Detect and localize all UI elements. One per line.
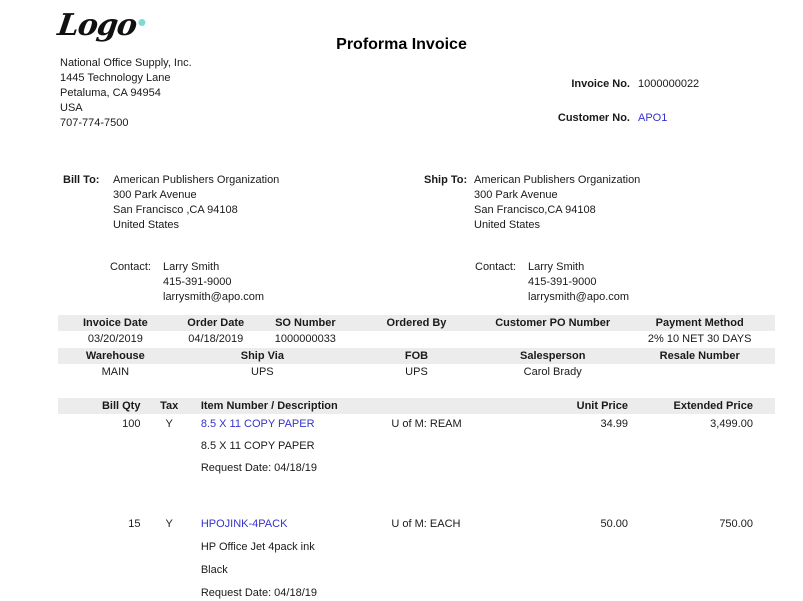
- order-details-values-row-2: MAIN UPS UPS Carol Brady: [58, 364, 775, 381]
- bill-contact-phone: 415-391-9000: [163, 275, 264, 290]
- invoice-number-label: Invoice No.: [400, 78, 630, 90]
- logo-dot-icon: [139, 19, 146, 26]
- ship-to-block: Ship To: American Publishers Organizatio…: [424, 173, 640, 233]
- item-tax-flag: Y: [140, 417, 197, 432]
- ship-contact-phone: 415-391-9000: [528, 275, 629, 290]
- ship-to-line: United States: [474, 218, 640, 233]
- bill-to-line: United States: [113, 218, 279, 233]
- ship-via-value: UPS: [173, 364, 352, 381]
- order-details-values-row-1: 03/20/2019 04/18/2019 1000000033 2% 10 N…: [58, 331, 775, 348]
- salesperson-value: Carol Brady: [481, 364, 624, 381]
- column-header-order-date: Order Date: [173, 315, 259, 331]
- company-city: Petaluma, CA 94954: [60, 86, 192, 101]
- item-number-link[interactable]: HPOJINK-4PACK: [198, 517, 392, 532]
- column-header-resale-number: Resale Number: [624, 348, 775, 364]
- item-description: Black: [198, 563, 775, 578]
- column-header-warehouse: Warehouse: [58, 348, 173, 364]
- bill-to-label: Bill To:: [63, 173, 113, 233]
- customer-number-row: Customer No. APO1: [400, 112, 760, 124]
- order-details-header-row-1: Invoice Date Order Date SO Number Ordere…: [58, 315, 775, 331]
- item-extended-price: 3,499.00: [628, 417, 775, 432]
- bill-contact-block: Contact: Larry Smith 415-391-9000 larrys…: [110, 260, 264, 305]
- company-name: National Office Supply, Inc.: [60, 56, 192, 71]
- column-header-salesperson: Salesperson: [481, 348, 624, 364]
- item-extended-price: 750.00: [628, 517, 775, 532]
- column-header-tax: Tax: [140, 398, 197, 414]
- bill-to-block: Bill To: American Publishers Organizatio…: [63, 173, 279, 233]
- column-header-invoice-date: Invoice Date: [58, 315, 173, 331]
- payment-method-value: 2% 10 NET 30 DAYS: [624, 331, 775, 348]
- item-unit-price: 50.00: [520, 517, 628, 532]
- resale-number-value: [624, 364, 775, 381]
- bill-contact-label: Contact:: [110, 260, 156, 305]
- order-date-value: 04/18/2019: [173, 331, 259, 348]
- customer-po-value: [481, 331, 624, 348]
- ship-contact-label: Contact:: [475, 260, 521, 305]
- item-unit-price: 34.99: [520, 417, 628, 432]
- order-details-header-row-2: Warehouse Ship Via FOB Salesperson Resal…: [58, 348, 775, 364]
- column-header-uom-spacer: [391, 398, 520, 414]
- company-country: USA: [60, 101, 192, 116]
- invoice-date-value: 03/20/2019: [58, 331, 173, 348]
- item-uom: U of M: REAM: [391, 417, 520, 432]
- item-request-date: Request Date: 04/18/19: [198, 461, 775, 476]
- company-address-block: National Office Supply, Inc. 1445 Techno…: [60, 56, 192, 131]
- invoice-number-row: Invoice No. 1000000022: [400, 78, 760, 90]
- page-title: Proforma Invoice: [0, 36, 803, 54]
- item-tax-flag: Y: [140, 517, 197, 532]
- column-header-so-number: SO Number: [259, 315, 352, 331]
- column-header-fob: FOB: [352, 348, 481, 364]
- item-number-link[interactable]: 8.5 X 11 COPY PAPER: [198, 417, 392, 432]
- column-header-extended-price: Extended Price: [628, 398, 775, 414]
- customer-number-label: Customer No.: [400, 112, 630, 124]
- item-request-date: Request Date: 04/18/19: [198, 586, 775, 601]
- ordered-by-value: [352, 331, 481, 348]
- column-header-payment-method: Payment Method: [624, 315, 775, 331]
- so-number-value: 1000000033: [259, 331, 352, 348]
- item-uom: U of M: EACH: [391, 517, 520, 532]
- line-items-header-row: Bill Qty Tax Item Number / Description U…: [58, 398, 775, 414]
- column-header-unit-price: Unit Price: [520, 398, 628, 414]
- warehouse-value: MAIN: [58, 364, 173, 381]
- bill-contact-name: Larry Smith: [163, 260, 264, 275]
- ship-to-label: Ship To:: [424, 173, 474, 233]
- bill-contact-info: Larry Smith 415-391-9000 larrysmith@apo.…: [163, 260, 264, 305]
- line-items-table: Bill Qty Tax Item Number / Description U…: [58, 398, 775, 601]
- column-header-customer-po: Customer PO Number: [481, 315, 624, 331]
- ship-to-line: 300 Park Avenue: [474, 188, 640, 203]
- ship-contact-block: Contact: Larry Smith 415-391-9000 larrys…: [475, 260, 629, 305]
- line-item-row: 100 Y 8.5 X 11 COPY PAPER U of M: REAM 3…: [58, 417, 775, 476]
- bill-to-address: American Publishers Organization 300 Par…: [113, 173, 279, 233]
- ship-contact-name: Larry Smith: [528, 260, 629, 275]
- ship-contact-info: Larry Smith 415-391-9000 larrysmith@apo.…: [528, 260, 629, 305]
- column-header-ship-via: Ship Via: [173, 348, 352, 364]
- company-street: 1445 Technology Lane: [60, 71, 192, 86]
- ship-to-line: San Francisco,CA 94108: [474, 203, 640, 218]
- order-details-table: Invoice Date Order Date SO Number Ordere…: [58, 315, 775, 381]
- item-bill-qty: 15: [58, 517, 140, 532]
- company-phone: 707-774-7500: [60, 116, 192, 131]
- column-header-ordered-by: Ordered By: [352, 315, 481, 331]
- ship-contact-email: larrysmith@apo.com: [528, 290, 629, 305]
- item-description: 8.5 X 11 COPY PAPER: [198, 439, 775, 454]
- bill-contact-email: larrysmith@apo.com: [163, 290, 264, 305]
- bill-to-line: 300 Park Avenue: [113, 188, 279, 203]
- ship-to-address: American Publishers Organization 300 Par…: [474, 173, 640, 233]
- column-header-item-description: Item Number / Description: [198, 398, 392, 414]
- customer-number-link[interactable]: APO1: [638, 112, 667, 124]
- ship-to-line: American Publishers Organization: [474, 173, 640, 188]
- bill-to-line: San Francisco ,CA 94108: [113, 203, 279, 218]
- line-item-row: 15 Y HPOJINK-4PACK U of M: EACH 50.00 75…: [58, 517, 775, 601]
- bill-to-line: American Publishers Organization: [113, 173, 279, 188]
- item-bill-qty: 100: [58, 417, 140, 432]
- column-header-bill-qty: Bill Qty: [58, 398, 140, 414]
- invoice-number-value: 1000000022: [638, 78, 699, 90]
- item-description: HP Office Jet 4pack ink: [198, 540, 775, 555]
- fob-value: UPS: [352, 364, 481, 381]
